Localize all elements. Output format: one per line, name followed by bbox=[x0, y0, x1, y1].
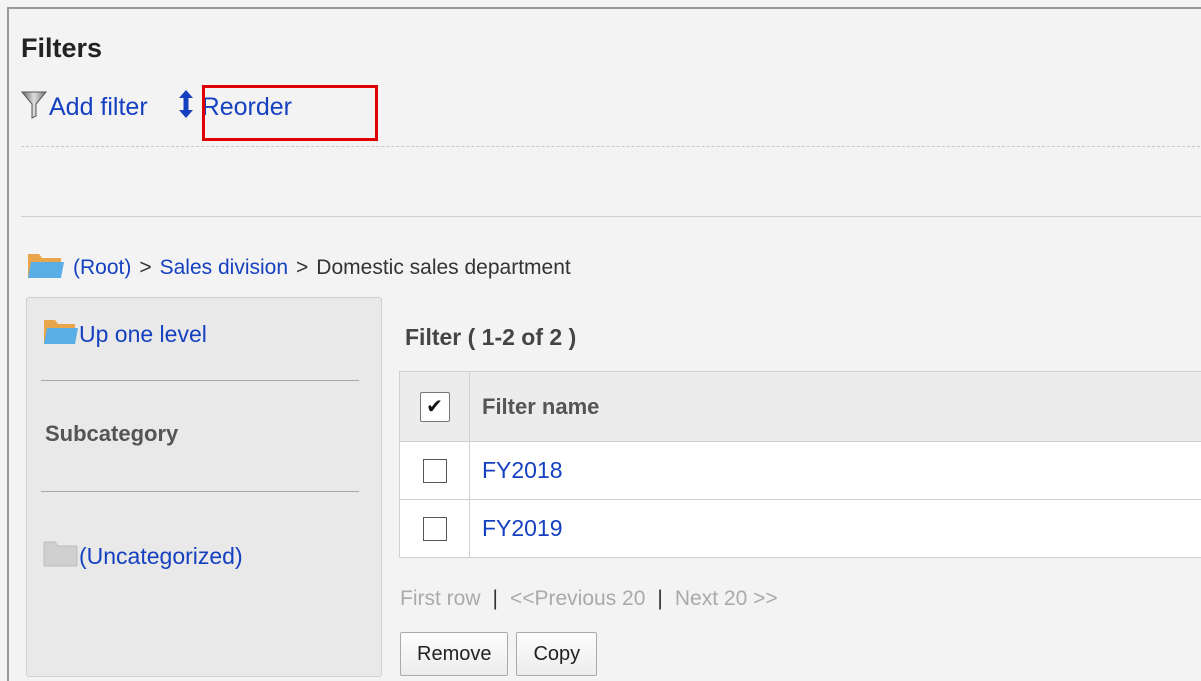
pager-first-row: First row bbox=[400, 587, 481, 610]
pager-separator: | bbox=[492, 587, 498, 610]
select-all-cell: ✔ bbox=[399, 371, 470, 442]
filter-name-cell: FY2019 bbox=[469, 499, 1201, 558]
funnel-icon bbox=[20, 89, 48, 126]
row-checkbox-cell bbox=[399, 441, 470, 500]
pagination: First row | <<Previous 20 | Next 20 >> bbox=[400, 587, 778, 611]
folder-up-icon bbox=[43, 316, 79, 352]
filters-page: Filters Add filter Reorder (Root) > Sale… bbox=[7, 7, 1201, 681]
category-sidebar: Up one level Subcategory (Uncategorized) bbox=[26, 297, 382, 677]
pager-next: Next 20 >> bbox=[674, 587, 778, 610]
uncategorized-label: (Uncategorized) bbox=[79, 542, 243, 569]
breadcrumb-separator: > bbox=[139, 256, 152, 279]
sidebar-divider bbox=[41, 491, 359, 492]
add-filter-link[interactable]: Add filter bbox=[20, 89, 148, 126]
folder-icon bbox=[43, 538, 79, 574]
copy-button[interactable]: Copy bbox=[516, 632, 598, 676]
reorder-link[interactable]: Reorder bbox=[176, 89, 292, 126]
toolbar: Add filter Reorder bbox=[20, 89, 292, 126]
folder-open-icon bbox=[27, 250, 65, 286]
up-one-level-link[interactable]: Up one level bbox=[43, 316, 207, 352]
filter-name-column-header: Filter name bbox=[469, 371, 1201, 442]
filter-name-link[interactable]: FY2018 bbox=[482, 457, 563, 483]
page-title: Filters bbox=[21, 33, 103, 63]
subcategory-heading: Subcategory bbox=[45, 421, 179, 446]
breadcrumb-root-link[interactable]: (Root) bbox=[73, 256, 131, 280]
select-all-checkbox[interactable]: ✔ bbox=[419, 391, 450, 422]
add-filter-label: Add filter bbox=[49, 92, 148, 121]
filter-table: ✔ Filter name FY2018 FY2019 bbox=[399, 371, 1201, 558]
breadcrumb-separator: > bbox=[296, 256, 309, 279]
breadcrumb: (Root) > Sales division > Domestic sales… bbox=[27, 250, 571, 286]
reorder-label: Reorder bbox=[201, 92, 292, 121]
row-checkbox[interactable] bbox=[422, 458, 447, 483]
pager-separator: | bbox=[657, 587, 663, 610]
toolbar-divider bbox=[21, 146, 1201, 147]
pager-previous: <<Previous 20 bbox=[509, 587, 646, 610]
section-divider bbox=[21, 216, 1201, 217]
filter-count-heading: Filter ( 1-2 of 2 ) bbox=[405, 324, 577, 350]
table-row: FY2018 bbox=[399, 441, 1201, 500]
row-checkbox[interactable] bbox=[422, 516, 447, 541]
action-buttons: Remove Copy bbox=[400, 632, 598, 676]
row-checkbox-cell bbox=[399, 499, 470, 558]
up-down-arrow-icon bbox=[176, 89, 196, 126]
checkmark-icon: ✔ bbox=[426, 396, 443, 418]
filter-name-cell: FY2018 bbox=[469, 441, 1201, 500]
table-header-row: ✔ Filter name bbox=[399, 371, 1201, 442]
breadcrumb-current: Domestic sales department bbox=[316, 256, 571, 279]
remove-button[interactable]: Remove bbox=[400, 632, 509, 676]
table-row: FY2019 bbox=[399, 499, 1201, 558]
filter-name-link[interactable]: FY2019 bbox=[482, 515, 563, 541]
breadcrumb-sales-division-link[interactable]: Sales division bbox=[160, 256, 288, 280]
sidebar-divider bbox=[41, 380, 359, 381]
uncategorized-link[interactable]: (Uncategorized) bbox=[43, 538, 243, 574]
up-one-level-label: Up one level bbox=[79, 320, 207, 347]
